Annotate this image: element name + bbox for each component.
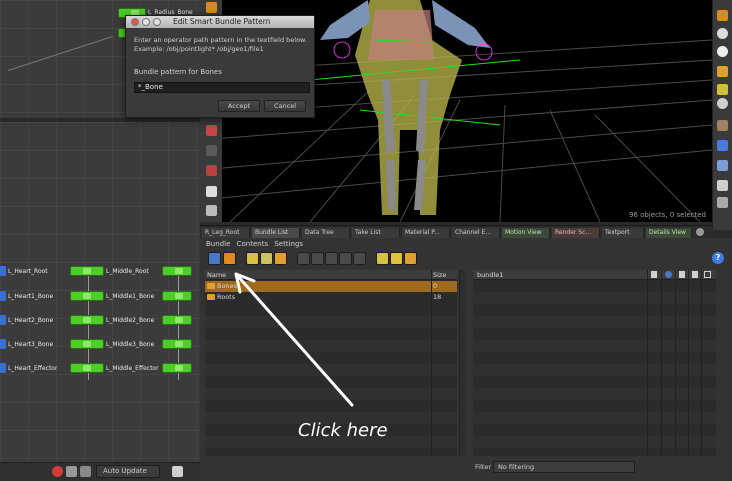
click-here-annotation: Click here: [298, 420, 388, 441]
tutorial-arrow: [234, 272, 354, 407]
